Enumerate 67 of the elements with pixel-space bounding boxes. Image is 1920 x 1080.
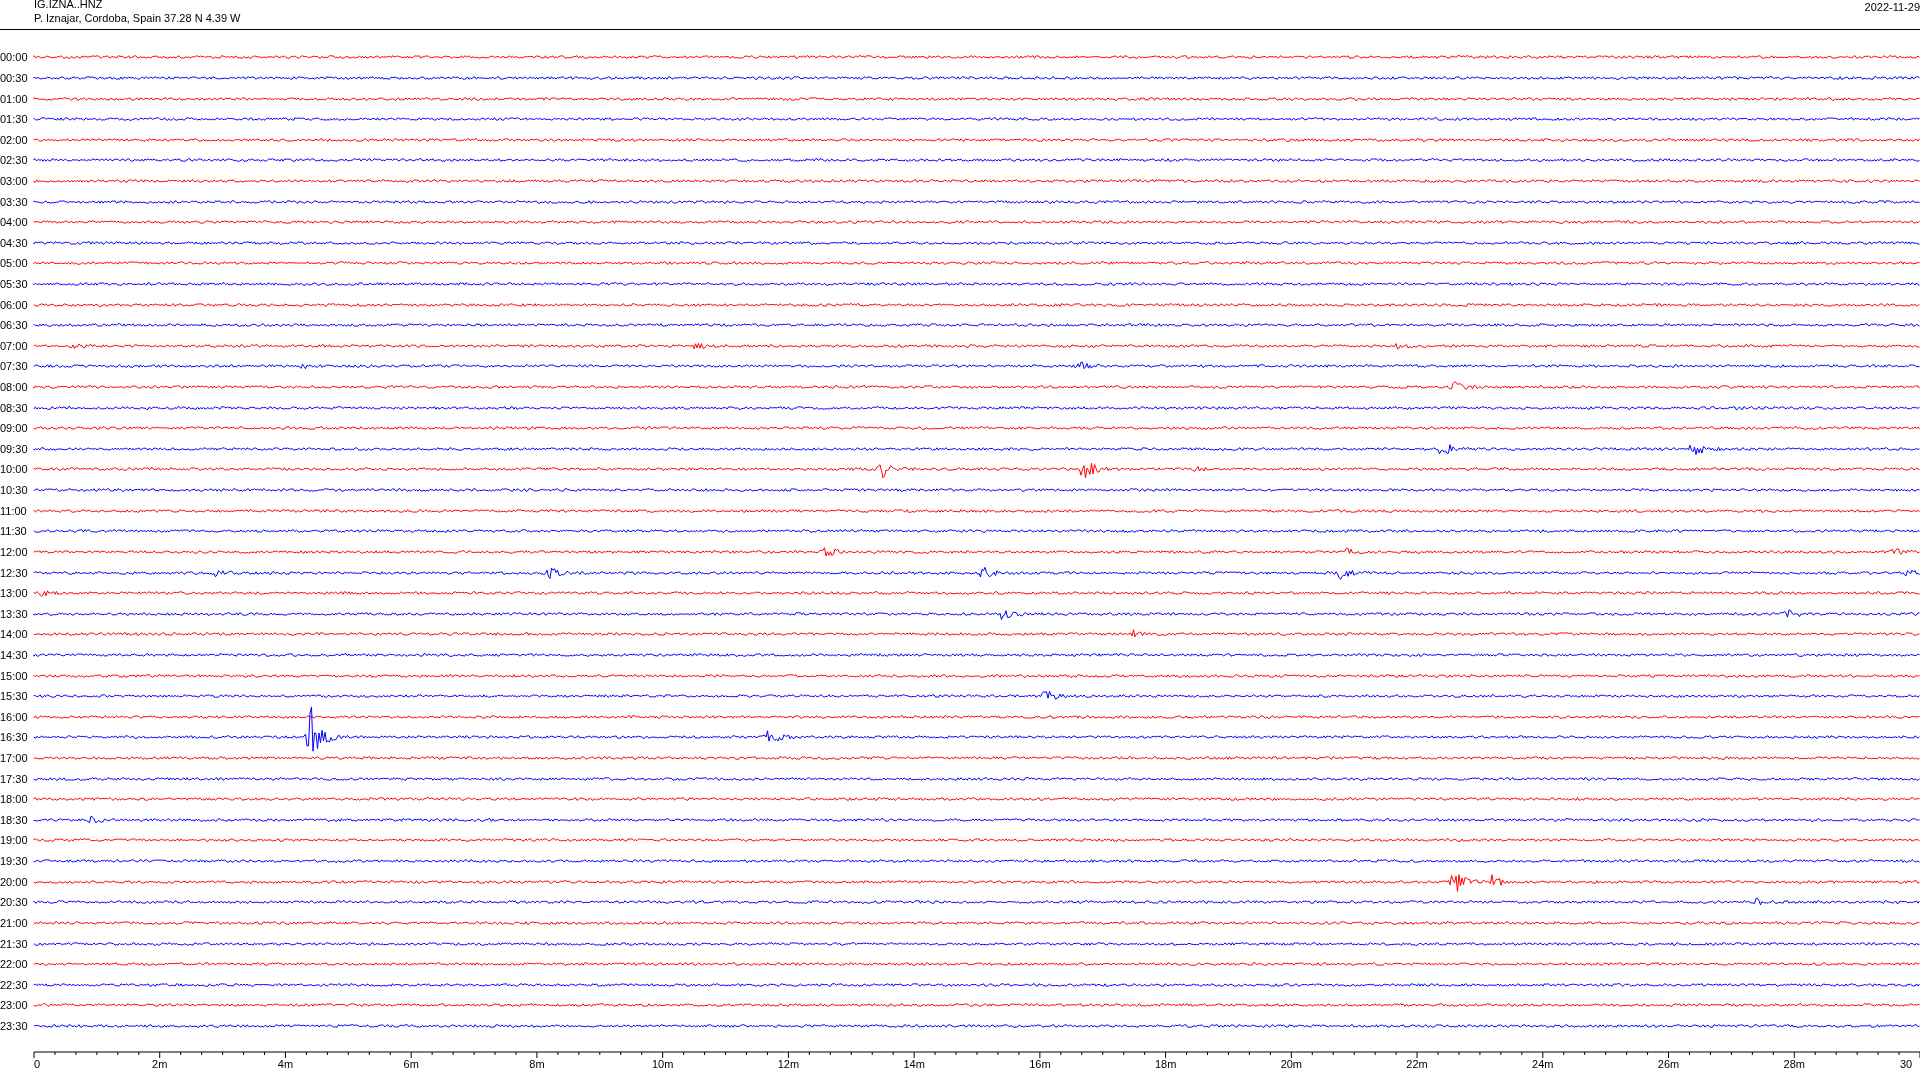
time-label: 20:30 [0, 896, 29, 909]
time-label: 17:00 [0, 752, 29, 764]
time-label: 19:00 [0, 834, 29, 847]
time-label: 03:30 [0, 195, 29, 208]
time-label: 05:30 [0, 278, 29, 290]
time-label: 12:30 [0, 566, 29, 579]
tick-label: 28m [1783, 1058, 1805, 1071]
tick-label: 2m [152, 1058, 168, 1071]
time-label: 00:00 [0, 51, 29, 64]
tick-label: 24m [1532, 1058, 1554, 1071]
time-label: 04:30 [0, 236, 29, 249]
time-label: 03:00 [0, 174, 29, 187]
time-label: 21:00 [0, 916, 29, 929]
time-label: 04:00 [0, 216, 29, 229]
time-label: 17:30 [0, 772, 29, 785]
tick-label: 12m [777, 1058, 800, 1071]
tick-label: 20m [1280, 1058, 1303, 1071]
time-label: 06:00 [0, 298, 29, 311]
tick-label: 10m [651, 1058, 674, 1071]
time-label: 19:30 [0, 855, 29, 868]
time-label: 01:00 [0, 92, 29, 105]
time-label: 18:30 [0, 813, 29, 826]
time-label: 16:00 [0, 710, 29, 723]
time-label: 14:30 [0, 648, 29, 661]
time-label: 06:30 [0, 319, 29, 332]
time-label: 08:00 [0, 381, 29, 394]
time-label: 23:00 [0, 999, 29, 1012]
time-label: 08:30 [0, 401, 29, 414]
tick-label: 14m [903, 1058, 925, 1071]
time-label: 18:00 [0, 793, 29, 806]
time-label: 13:30 [0, 607, 29, 620]
tick-label: 22m [1406, 1058, 1428, 1071]
tick-label: 0 [34, 1058, 41, 1071]
tick-label: 16m [1029, 1058, 1051, 1071]
time-label: 07:30 [0, 360, 29, 373]
date-label: 2022-11-29 [1864, 0, 1920, 14]
time-label: 13:00 [0, 587, 29, 600]
time-label: 21:30 [0, 937, 29, 950]
time-label: 12:00 [0, 545, 29, 558]
time-label: 16:30 [0, 731, 29, 744]
time-label: 23:30 [0, 1019, 29, 1032]
time-label: 07:00 [0, 339, 29, 352]
time-label: 15:00 [0, 669, 29, 682]
station-location: P. Iznajar, Cordoba, Spain 37.28 N 4.39 W [34, 11, 241, 25]
time-label: 11:30 [0, 525, 28, 538]
tick-label: 8m [529, 1058, 545, 1071]
time-label: 09:30 [0, 442, 29, 455]
time-label: 02:00 [0, 133, 29, 146]
time-label: 10:00 [0, 463, 29, 476]
time-label: 22:30 [0, 978, 29, 991]
time-label: 15:30 [0, 690, 29, 703]
time-label: 00:30 [0, 71, 29, 84]
tick-label: 6m [403, 1058, 419, 1071]
time-label: 10:30 [0, 484, 29, 497]
time-label: 14:00 [0, 628, 29, 641]
time-label: 02:30 [0, 154, 29, 167]
tick-label: 4m [277, 1058, 294, 1071]
tick-label: 26m [1657, 1058, 1680, 1071]
time-label: 20:00 [0, 875, 29, 888]
station-code: IG.IZNA..HNZ [34, 0, 104, 11]
time-label: 01:30 [0, 113, 29, 126]
time-label: 22:00 [0, 958, 29, 971]
time-label: 09:00 [0, 422, 29, 435]
time-label: 11:00 [0, 504, 28, 517]
time-label: 05:00 [0, 257, 29, 270]
tick-label: 18m [1154, 1058, 1177, 1071]
tick-label: 30 [1899, 1058, 1913, 1071]
